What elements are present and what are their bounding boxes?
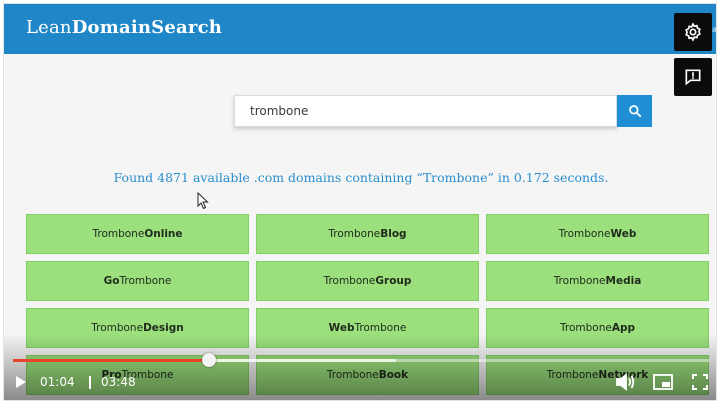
search-box xyxy=(234,95,618,127)
logo-bold-text: DomainSearch xyxy=(71,17,223,38)
feedback-icon xyxy=(685,69,701,86)
settings-button[interactable] xyxy=(674,13,712,51)
domain-prefix: Trombone xyxy=(323,275,376,287)
video-controls-shade xyxy=(4,334,716,400)
domain-suffix: Web xyxy=(610,228,637,240)
domain-prefix: Trombone xyxy=(328,228,381,240)
mouse-cursor-icon xyxy=(197,192,209,210)
domain-suffix: Online xyxy=(144,228,183,240)
search-input[interactable] xyxy=(235,96,618,126)
domain-tile[interactable]: Trombone Web xyxy=(486,214,709,254)
domain-suffix: Design xyxy=(143,322,184,334)
domain-suffix: Trombone xyxy=(354,322,407,334)
picture-in-picture-button[interactable] xyxy=(651,371,675,393)
logo-light-text: Lean xyxy=(26,17,72,38)
video-frame: LeanDomainSearch ai Found 4871 available… xyxy=(3,3,717,401)
domain-tile[interactable]: Trombone Media xyxy=(486,261,709,301)
domain-suffix: Trombone xyxy=(119,275,172,287)
domain-tile[interactable]: Trombone Online xyxy=(26,214,249,254)
domain-prefix: Trombone xyxy=(553,275,606,287)
domain-prefix: Trombone xyxy=(560,322,612,334)
domain-suffix: Blog xyxy=(380,228,407,240)
site-logo[interactable]: LeanDomainSearch xyxy=(26,17,222,38)
domain-suffix: App xyxy=(611,322,635,334)
progress-played xyxy=(13,359,209,362)
picture-in-picture-icon xyxy=(653,374,673,390)
time-separator xyxy=(89,376,91,389)
search-icon xyxy=(628,105,641,118)
feedback-button[interactable] xyxy=(674,58,712,96)
progress-scrubber[interactable] xyxy=(201,353,216,367)
current-time: 01:04 xyxy=(40,375,75,389)
header-edge-text: ai xyxy=(712,25,717,34)
play-button[interactable] xyxy=(12,373,30,391)
volume-icon xyxy=(616,373,635,391)
domain-tile[interactable]: Go Trombone xyxy=(26,261,249,301)
search-button[interactable] xyxy=(617,95,652,127)
result-summary: Found 4871 available .com domains contai… xyxy=(113,170,609,185)
domain-prefix: Go xyxy=(103,275,120,287)
domain-prefix: Trombone xyxy=(558,228,611,240)
domain-suffix: Group xyxy=(375,275,412,287)
domain-suffix: Media xyxy=(605,275,642,287)
fullscreen-button[interactable] xyxy=(689,371,711,393)
site-header: LeanDomainSearch ai xyxy=(4,4,717,54)
volume-button[interactable] xyxy=(613,371,637,393)
play-icon xyxy=(16,376,26,388)
domain-prefix: Web xyxy=(328,322,355,334)
domain-prefix: Trombone xyxy=(91,322,144,334)
domain-prefix: Trombone xyxy=(92,228,145,240)
duration-time: 03:48 xyxy=(101,375,136,389)
gear-icon xyxy=(685,22,701,42)
fullscreen-icon xyxy=(692,374,708,390)
domain-tile[interactable]: Trombone Blog xyxy=(256,214,479,254)
domain-tile[interactable]: Trombone Group xyxy=(256,261,479,301)
